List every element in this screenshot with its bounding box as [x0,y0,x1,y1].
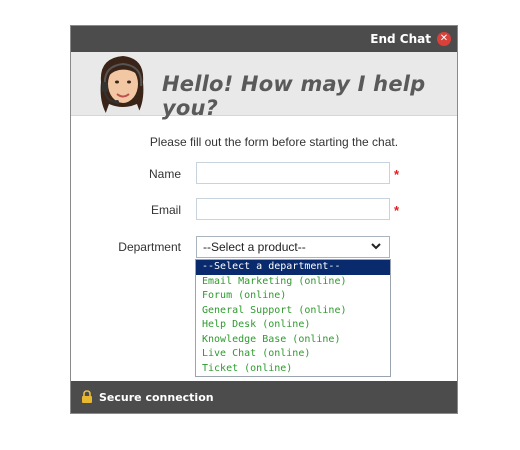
lock-icon [82,390,92,403]
close-icon[interactable]: ✕ [437,32,451,46]
department-option[interactable]: Email Marketing (online) [196,275,390,290]
department-dropdown-list: --Select a department-- Email Marketing … [195,259,391,377]
email-input[interactable] [196,198,390,220]
chevron-down-icon [371,243,381,250]
department-option[interactable]: General Support (online) [196,304,390,319]
support-agent-avatar [100,56,144,115]
form-intro-text: Please fill out the form before starting… [149,135,399,149]
name-input[interactable] [196,162,390,184]
department-option[interactable]: Help Desk (online) [196,318,390,333]
department-option[interactable]: --Select a department-- [196,260,390,275]
end-chat-label: End Chat [370,32,431,46]
department-option[interactable]: Ticket (online) [196,362,390,377]
greeting-title: Hello! How may I help you? [162,72,426,120]
top-bar: End Chat ✕ [71,26,457,52]
name-required-marker: * [394,167,400,182]
secure-connection-label: Secure connection [99,390,214,404]
footer-bar: Secure connection [71,381,457,413]
greeting-banner: Hello! How may I help you? [71,52,457,120]
end-chat-button[interactable]: End Chat ✕ [370,30,451,48]
chat-window: End Chat ✕ Hello! How may I help you? Pl… [70,25,458,414]
department-label: Department [118,240,181,254]
name-label: Name [148,167,181,181]
department-option[interactable]: Live Chat (online) [196,347,390,362]
department-option[interactable]: Knowledge Base (online) [196,333,390,348]
department-select[interactable]: --Select a product-- [196,236,390,258]
department-option[interactable]: Forum (online) [196,289,390,304]
email-required-marker: * [394,203,400,218]
department-selected-value: --Select a product-- [203,240,306,254]
email-label: Email [150,203,181,217]
